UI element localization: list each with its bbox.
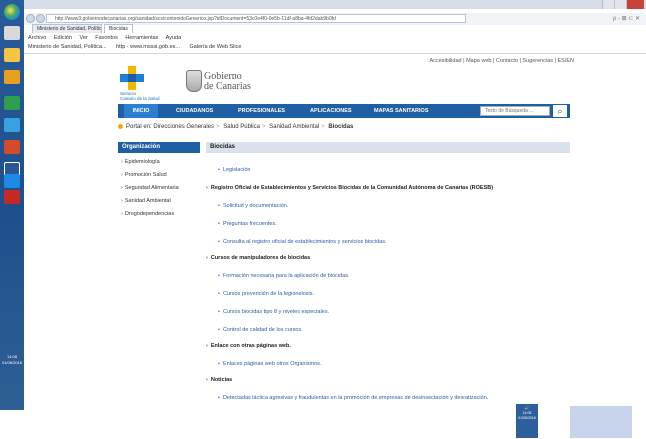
breadcrumb-prefix: Portal en: bbox=[126, 124, 152, 131]
content-link[interactable]: Preguntas frecuentes. bbox=[218, 221, 277, 227]
browser-window: http://www3.gobiernodecanarias.org/sanid… bbox=[24, 0, 646, 410]
minimize-button[interactable] bbox=[602, 0, 614, 9]
breadcrumb-bullet-icon bbox=[118, 124, 123, 129]
windows-taskbar: 14:08 01/06/2016 bbox=[0, 0, 24, 410]
coat-of-arms-icon bbox=[186, 70, 202, 92]
sidebar-item-seguridad-alimentaria[interactable]: Seguridad Alimentaria bbox=[118, 182, 200, 195]
sidebar: Organización Epidemiología Promoción Sal… bbox=[118, 142, 200, 221]
search-button[interactable]: ⌕ bbox=[552, 104, 568, 118]
menu-archivo[interactable]: Archivo bbox=[28, 35, 46, 41]
top-utility-links[interactable]: Accesibilidad | Mapa web | Contacto | Su… bbox=[429, 58, 574, 64]
menu-bar: Archivo Edición Ver Favoritos Herramient… bbox=[28, 34, 187, 43]
main-content: Biocidas Legislación Registro Oficial de… bbox=[206, 142, 570, 401]
breadcrumb-direcciones[interactable]: Direcciones Generales bbox=[153, 124, 214, 130]
nav-inicio[interactable]: INICIO bbox=[124, 104, 158, 118]
folder-taskbar-icon[interactable] bbox=[4, 70, 20, 84]
nav-ciudadanos[interactable]: CIUDADANOS bbox=[176, 104, 213, 118]
content-link[interactable]: Cursos prevención de la legionelosis. bbox=[218, 291, 314, 297]
pdf-taskbar-icon[interactable] bbox=[4, 190, 20, 204]
content-link[interactable]: Consulta al registro oficial de establec… bbox=[218, 239, 387, 245]
content-link[interactable]: Control de calidad de los cursos. bbox=[218, 327, 303, 333]
logo-gobierno-line-2: de Canarias bbox=[204, 81, 251, 92]
scs-logo-icon bbox=[120, 66, 144, 90]
nav-profesionales[interactable]: PROFESIONALES bbox=[238, 104, 285, 118]
sidebar-item-sanidad-ambiental[interactable]: Sanidad Ambiental bbox=[118, 195, 200, 208]
maximize-button[interactable] bbox=[614, 0, 626, 9]
menu-edicion[interactable]: Edición bbox=[54, 35, 72, 41]
os-taskbar-icon[interactable] bbox=[4, 174, 20, 188]
sidebar-item-promocion-salud[interactable]: Promoción Salud bbox=[118, 169, 200, 182]
excel-taskbar-icon[interactable] bbox=[4, 96, 20, 110]
menu-herramientas[interactable]: Herramientas bbox=[125, 35, 158, 41]
search-icon: ⌕ bbox=[557, 106, 563, 116]
favorite-webslice[interactable]: Galería de Web Slice bbox=[190, 44, 242, 50]
address-controls[interactable]: ρ - ⊠ ⊂ ✕ bbox=[613, 15, 640, 22]
tray-date: 01/06/2016 bbox=[1, 360, 23, 365]
content-section: Cursos de manipuladores de biocidas bbox=[206, 255, 310, 261]
content-section: Registro Oficial de Establecimientos y S… bbox=[206, 185, 493, 191]
tab-biocidas[interactable]: Biocidas bbox=[104, 24, 133, 33]
systray-date: 01/06/2016 bbox=[518, 416, 536, 420]
breadcrumb-salud-publica[interactable]: Salud Pública bbox=[223, 124, 260, 130]
sidebar-item-drogodependencias[interactable]: Drogodependencias bbox=[118, 208, 200, 221]
content-title: Biocidas bbox=[206, 142, 570, 153]
sidebar-title: Organización bbox=[118, 142, 200, 153]
tab-ministerio[interactable]: Ministerio de Sanidad, Política ... bbox=[32, 24, 102, 33]
content-link[interactable]: Cursos biocidas tipo 8 y niveles especia… bbox=[218, 309, 329, 315]
title-bar bbox=[24, 0, 646, 9]
breadcrumb-sanidad-ambiental[interactable]: Sanidad Ambiental bbox=[269, 124, 319, 130]
powerpoint-taskbar-icon[interactable] bbox=[4, 140, 20, 154]
content-link[interactable]: Formación necesaria para la aplicación d… bbox=[218, 273, 350, 279]
back-button[interactable] bbox=[26, 14, 35, 23]
favorite-ministerio[interactable]: Ministerio de Sanidad, Política... bbox=[28, 44, 107, 50]
nav-mapas-sanitarios[interactable]: MAPAS SANITARIOS bbox=[374, 104, 429, 118]
system-tray: 🔊 14:08 01/06/2016 bbox=[516, 404, 538, 438]
content-section: Noticias bbox=[206, 377, 232, 383]
search-input[interactable] bbox=[480, 106, 550, 116]
logo-small-line-2: Canario de la Salud bbox=[120, 96, 160, 101]
gobierno-canarias-logo-text: Gobierno de Canarias bbox=[204, 72, 251, 92]
breadcrumb: Portal en: Direcciones Generales > Salud … bbox=[118, 124, 353, 130]
breadcrumb-separator-icon: > bbox=[321, 124, 325, 131]
site-logo[interactable]: Servicio Canario de la Salud Gobierno de… bbox=[120, 66, 320, 102]
notification-area bbox=[570, 406, 632, 438]
breadcrumb-separator-icon: > bbox=[261, 124, 266, 131]
menu-ver[interactable]: Ver bbox=[79, 35, 87, 41]
forward-button[interactable] bbox=[36, 14, 45, 23]
taskbar-tray: 14:08 01/06/2016 bbox=[0, 352, 24, 410]
menu-favoritos[interactable]: Favoritos bbox=[95, 35, 118, 41]
content-link[interactable]: Solicitud y documentación. bbox=[218, 203, 288, 209]
tab-strip: Ministerio de Sanidad, Política ... Bioc… bbox=[32, 24, 135, 33]
close-button[interactable] bbox=[626, 0, 644, 9]
main-navigation: INICIO CIUDADANOS PROFESIONALES APLICACI… bbox=[118, 104, 570, 118]
favorites-bar: Ministerio de Sanidad, Política... http … bbox=[28, 43, 249, 52]
scs-logo-text: Servicio Canario de la Salud bbox=[120, 91, 160, 101]
menu-ayuda[interactable]: Ayuda bbox=[166, 35, 182, 41]
content-link[interactable]: Enlaces páginas web otros Organismos. bbox=[218, 361, 321, 367]
start-button[interactable] bbox=[4, 4, 20, 20]
breadcrumb-separator-icon: > bbox=[216, 124, 220, 131]
address-bar[interactable]: http://www3.gobiernodecanarias.org/sanid… bbox=[46, 14, 466, 23]
window-controls bbox=[602, 0, 644, 9]
chrome-taskbar-icon[interactable] bbox=[4, 48, 20, 62]
content-link[interactable]: Legislación bbox=[218, 167, 251, 173]
content-link[interactable]: Detectadas láctica agresivas y fraudulen… bbox=[218, 395, 488, 401]
web-page: Accesibilidad | Mapa web | Contacto | Su… bbox=[114, 54, 576, 410]
internet-explorer-taskbar-icon[interactable] bbox=[4, 118, 20, 132]
nav-aplicaciones[interactable]: APLICACIONES bbox=[310, 104, 352, 118]
sidebar-item-epidemiologia[interactable]: Epidemiología bbox=[118, 156, 200, 169]
explorer-taskbar-icon[interactable] bbox=[4, 26, 20, 40]
content-section: Enlace con otras páginas web. bbox=[206, 343, 291, 349]
breadcrumb-current: Biocidas bbox=[328, 124, 354, 131]
favorite-msssi[interactable]: http - www.msssi.gob.es... bbox=[116, 44, 180, 50]
